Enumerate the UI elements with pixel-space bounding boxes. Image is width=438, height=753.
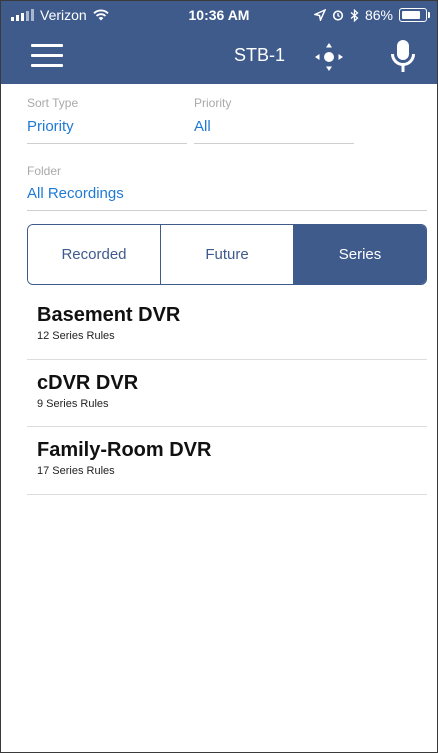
app-frame: Verizon 10:36 AM 86% STB-1 Sort Type Pri… xyxy=(0,0,438,753)
dvr-name: Basement DVR xyxy=(37,304,181,326)
dvr-rule-count: 9 Series Rules xyxy=(37,398,109,410)
priority-underline xyxy=(194,143,354,144)
sort-type-select[interactable]: Priority xyxy=(27,118,187,144)
dvr-rule-count: 17 Series Rules xyxy=(37,465,115,477)
bluetooth-icon xyxy=(350,8,359,22)
battery-percent: 86% xyxy=(364,7,393,23)
tab-series[interactable]: Series xyxy=(294,225,426,284)
sort-type-label: Sort Type xyxy=(27,96,79,110)
dvr-name: Family-Room DVR xyxy=(37,439,212,461)
location-arrow-icon xyxy=(313,9,326,21)
voice-search-button[interactable] xyxy=(385,35,421,79)
priority-select[interactable]: All xyxy=(194,118,354,144)
dpad-icon xyxy=(315,43,343,71)
status-right: 86% xyxy=(313,7,430,23)
dvr-name: cDVR DVR xyxy=(37,372,139,394)
dvr-item-basement[interactable]: Basement DVR 12 Series Rules xyxy=(27,292,427,360)
dvr-rule-count: 12 Series Rules xyxy=(37,330,115,342)
dvr-item-family-room[interactable]: Family-Room DVR 17 Series Rules xyxy=(27,427,427,495)
battery-icon xyxy=(399,8,430,22)
tab-future[interactable]: Future xyxy=(161,225,294,284)
alarm-icon xyxy=(332,10,344,21)
microphone-icon xyxy=(391,40,415,72)
recording-type-tabs: Recorded Future Series xyxy=(27,224,427,285)
tab-recorded[interactable]: Recorded xyxy=(28,225,161,284)
nav-bar: STB-1 xyxy=(1,29,437,84)
folder-underline xyxy=(27,210,427,211)
list-divider xyxy=(27,494,427,495)
sort-type-underline xyxy=(27,143,187,144)
dvr-item-cdvr[interactable]: cDVR DVR 9 Series Rules xyxy=(27,360,427,428)
app-header: Verizon 10:36 AM 86% STB-1 xyxy=(1,1,437,84)
device-title: STB-1 xyxy=(234,45,286,65)
menu-button[interactable] xyxy=(31,44,63,70)
priority-label: Priority xyxy=(194,96,232,110)
folder-label: Folder xyxy=(27,164,62,178)
remote-dpad-button[interactable] xyxy=(307,35,351,79)
menu-icon xyxy=(31,44,63,67)
folder-select[interactable]: All Recordings xyxy=(27,185,427,211)
status-bar: Verizon 10:36 AM 86% xyxy=(1,1,437,29)
